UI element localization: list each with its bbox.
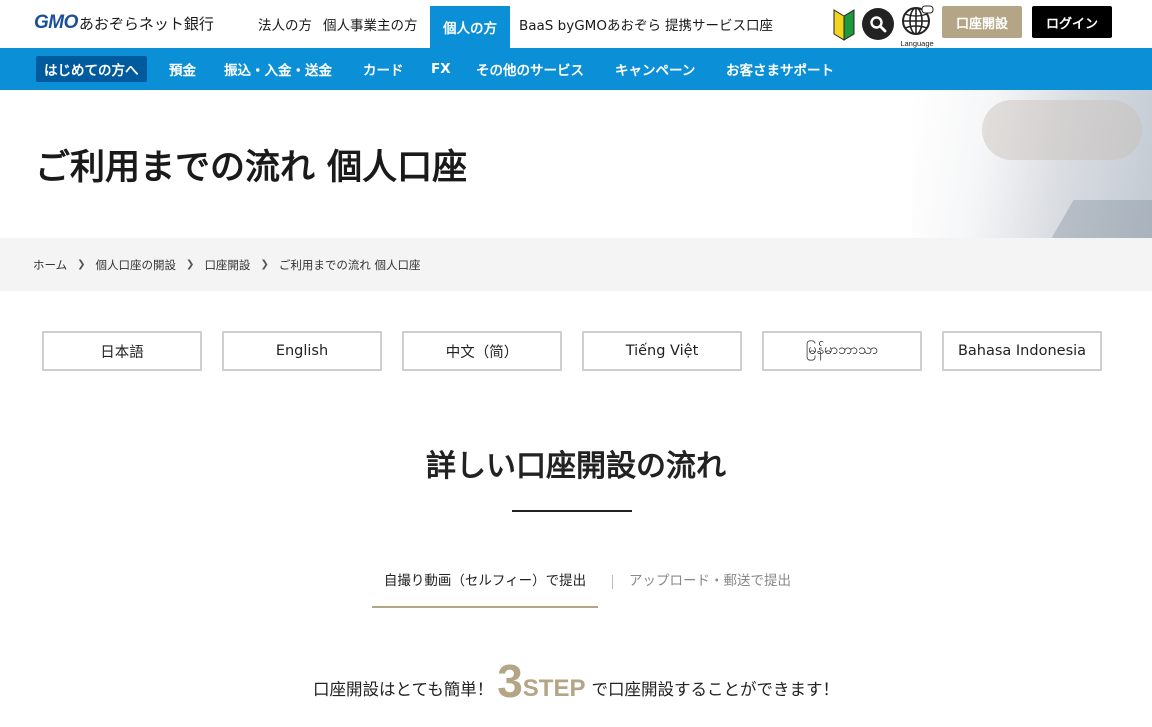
steps-number: 3 (497, 655, 523, 707)
lang-english[interactable]: English (222, 331, 382, 371)
main-nav: はじめての方へ 預金 振込・入金・送金 カード FX その他のサービス キャンペ… (0, 48, 1152, 90)
logo-bank-name: あおぞらネット銀行 (78, 14, 214, 33)
steps-word: STEP (522, 675, 586, 702)
globe-icon (902, 5, 934, 35)
tab-upload-mail[interactable]: アップロード・郵送で提出 (629, 570, 791, 592)
lang-burmese[interactable]: မြန်မာဘာသာ (762, 331, 922, 371)
search-icon (870, 16, 887, 33)
page-title: ご利用までの流れ 個人口座 (35, 148, 468, 188)
tab-divider (612, 575, 613, 589)
breadcrumb: ホーム ❯ 個人口座の開設 ❯ 口座開設 ❯ ご利用までの流れ 個人口座 (0, 238, 1152, 291)
main-nav-deposit[interactable]: 預金 (169, 56, 196, 82)
language-button[interactable]: Language (899, 5, 935, 48)
chevron-right-icon: ❯ (186, 259, 195, 270)
hero-banner: ご利用までの流れ 個人口座 (0, 90, 1152, 238)
language-label: Language (900, 39, 934, 48)
main-nav-other-services[interactable]: その他のサービス (476, 56, 584, 82)
breadcrumb-personal-account[interactable]: 個人口座の開設 (96, 257, 177, 273)
breadcrumb-open-account[interactable]: 口座開設 (204, 257, 250, 273)
top-header: GMO あおぞらネット銀行 法人の方 個人事業主の方 個人の方 BaaS byG… (0, 0, 1152, 48)
main-nav-campaign[interactable]: キャンペーン (615, 56, 695, 82)
chevron-right-icon: ❯ (77, 259, 86, 270)
topnav-personal[interactable]: 個人の方 (430, 6, 510, 48)
breadcrumb-current: ご利用までの流れ 個人口座 (278, 257, 421, 272)
topnav-corporate[interactable]: 法人の方 (258, 0, 312, 48)
main-nav-transfer[interactable]: 振込・入金・送金 (224, 56, 332, 82)
lang-indonesian[interactable]: Bahasa Indonesia (942, 331, 1102, 371)
chevron-right-icon: ❯ (260, 259, 269, 270)
search-button[interactable] (862, 8, 894, 40)
topnav-baas[interactable]: BaaS byGMOあおぞら (519, 0, 661, 48)
language-selector: 日本語 English 中文（简） Tiếng Việt မြန်မာဘာသာ … (42, 331, 1102, 371)
login-button[interactable]: ログイン (1032, 6, 1112, 38)
title-divider (512, 510, 632, 512)
steps-intro: 口座開設はとても簡単！ 3 STEP で口座開設することができます！ (0, 654, 1152, 704)
main-nav-fx[interactable]: FX (431, 56, 451, 82)
topnav-sole-proprietor[interactable]: 個人事業主の方 (323, 0, 418, 48)
topnav-partner-accounts[interactable]: 提携サービス口座 (665, 0, 773, 48)
steps-text-before: 口座開設はとても簡単！ (313, 680, 494, 699)
main-nav-support[interactable]: お客さまサポート (726, 56, 834, 82)
breadcrumb-home[interactable]: ホーム (33, 257, 67, 273)
steps-text-after: で口座開設することができます！ (591, 680, 839, 699)
main-nav-beginners[interactable]: はじめての方へ (36, 56, 147, 82)
lang-japanese[interactable]: 日本語 (42, 331, 202, 371)
open-account-button[interactable]: 口座開設 (942, 6, 1022, 38)
main-nav-card[interactable]: カード (363, 56, 404, 82)
beginner-mark-icon[interactable] (833, 9, 855, 41)
tab-selfie-video[interactable]: 自撮り動画（セルフィー）で提出 (372, 570, 598, 608)
logo-gmo: GMO (34, 12, 78, 33)
lang-chinese[interactable]: 中文（简） (402, 331, 562, 371)
section-title: 詳しい口座開設の流れ (426, 449, 726, 484)
logo[interactable]: GMO あおぞらネット銀行 (34, 11, 214, 35)
hero-photo (912, 90, 1152, 238)
lang-vietnamese[interactable]: Tiếng Việt (582, 331, 742, 371)
